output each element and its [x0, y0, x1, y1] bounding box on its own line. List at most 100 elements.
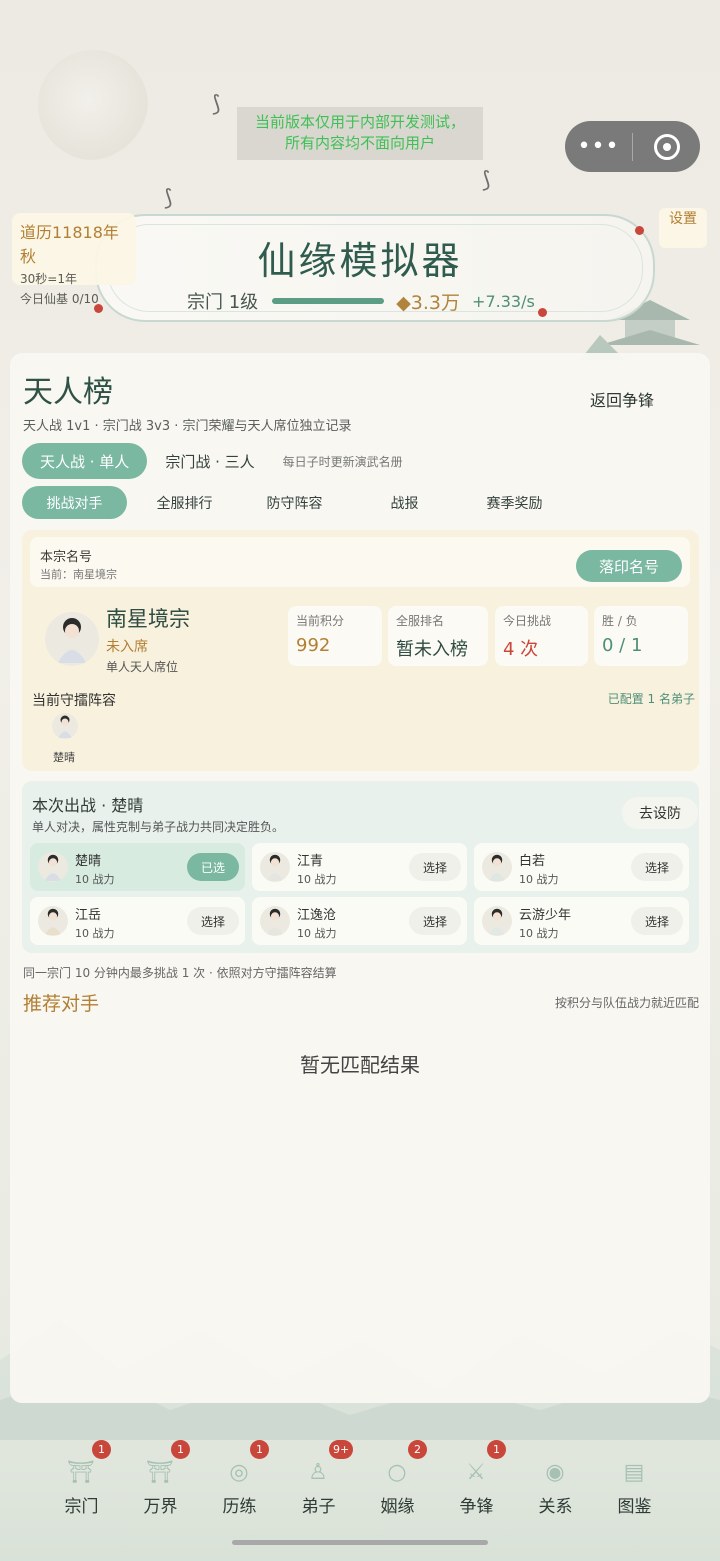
gate-icon: ⛩ [146, 1460, 174, 1485]
defense-title: 当前守擂阵容 [32, 693, 116, 709]
stat-value: 4 次 [503, 639, 539, 660]
calendar-date: 道历11818年秋 [20, 223, 119, 266]
crane-icon: ⟆ [164, 186, 173, 211]
recommend-hint: 按积分与队伍战力就近匹配 [554, 996, 699, 1010]
notification-badge: 9+ [329, 1440, 354, 1459]
notification-badge: 1 [487, 1440, 506, 1459]
calendar-card: 道历11818年秋 30秒=1年 今日仙基 0/10 [12, 213, 136, 306]
defense-count: 已配置 1 名弟子 [607, 692, 695, 706]
bottom-nav: ⛩ 1 宗门 ⛩ 1 万界 ◎ 1 历练 ♙ 9+ 弟子 ○ 2 姻缘 ⚔ 1 … [0, 1430, 720, 1520]
nav-item-journey[interactable]: ◎ 1 历练 [200, 1430, 279, 1520]
more-icon[interactable]: ••• [565, 134, 632, 159]
disciple-card[interactable]: 楚晴 10 战力 已选 [30, 843, 245, 891]
spirit-stone-count: ◆3.3万 [396, 291, 461, 314]
tab-solo[interactable]: 天人战 · 单人 [22, 443, 148, 479]
ranking-panel: 天人榜 天人战 1v1 · 宗门战 3v3 · 宗门荣耀与天人席位独立记录 返回… [10, 353, 710, 1403]
disciple-power: 10 战力 [297, 873, 337, 886]
nav-label: 姻缘 [380, 1497, 415, 1517]
sect-name-box: 本宗名号 当前：南星境宗 落印名号 [30, 537, 690, 587]
time-scale: 30秒=1年 [20, 272, 77, 286]
battle-card: 本次出战 · 楚晴 单人对决，属性克制与弟子战力共同决定胜负。 去设防 楚晴 1… [22, 781, 699, 953]
journey-icon: ◎ [229, 1460, 249, 1485]
tab-battle-report[interactable]: 战报 [352, 486, 457, 519]
avatar [482, 852, 512, 882]
close-miniprogram-icon[interactable] [633, 133, 700, 160]
stat-label: 当前积分 [296, 614, 345, 628]
stat-challenges: 今日挑战 4 次 [495, 606, 588, 666]
nav-item-relations[interactable]: ◉ 关系 [516, 1430, 595, 1520]
seal-dot [538, 308, 547, 317]
stat-label: 全服排名 [396, 614, 445, 628]
nav-label: 争锋 [459, 1497, 494, 1517]
disciple-name: 白若 [519, 854, 546, 869]
disciple-card[interactable]: 江逸沧 10 战力 选择 [252, 897, 467, 945]
select-button[interactable]: 选择 [631, 907, 683, 935]
dev-notice: 当前版本仅用于内部开发测试， 所有内容均不面向用户 [237, 107, 483, 160]
disciple-card[interactable]: 江青 10 战力 选择 [252, 843, 467, 891]
tab-challenge[interactable]: 挑战对手 [22, 486, 127, 519]
page-subtitle: 天人战 1v1 · 宗门战 3v3 · 宗门荣耀与天人席位独立记录 [23, 419, 352, 434]
avatar [482, 906, 512, 936]
mode-tabs: 天人战 · 单人 宗门战 · 三人 每日子时更新演武名册 [22, 443, 403, 479]
crane-icon: ⟆ [212, 92, 221, 117]
nav-item-codex[interactable]: ▤ 图鉴 [595, 1430, 674, 1520]
book-icon: ▤ [623, 1460, 645, 1485]
disciple-power: 10 战力 [75, 927, 115, 940]
sect-name: 南星境宗 [106, 607, 190, 631]
notification-badge: 2 [408, 1440, 427, 1459]
selected-button[interactable]: 已选 [187, 853, 239, 881]
sect-name-label: 本宗名号 [40, 550, 93, 565]
nav-item-arena[interactable]: ⚔ 1 争锋 [437, 1430, 516, 1520]
tab-season-rewards[interactable]: 赛季奖励 [462, 486, 567, 519]
nav-label: 关系 [538, 1497, 573, 1517]
select-button[interactable]: 选择 [631, 853, 683, 881]
notification-badge: 1 [171, 1440, 190, 1459]
moon-decoration [38, 50, 148, 160]
disciple-name: 江逸沧 [297, 908, 337, 923]
disciple-name: 江青 [297, 854, 324, 869]
empty-result: 暂无匹配结果 [300, 1053, 420, 1077]
avatar [260, 906, 290, 936]
disciple-name: 江岳 [75, 908, 102, 923]
tab-defense[interactable]: 防守阵容 [242, 486, 347, 519]
nav-label: 历练 [222, 1497, 257, 1517]
select-button[interactable]: 选择 [409, 853, 461, 881]
disciple-name: 云游少年 [519, 908, 572, 923]
stat-win-loss: 胜 / 负 0 / 1 [594, 606, 688, 666]
nav-item-realms[interactable]: ⛩ 1 万界 [121, 1430, 200, 1520]
sect-progress-bar [272, 298, 385, 304]
nav-item-marriage[interactable]: ○ 2 姻缘 [358, 1430, 437, 1520]
notification-badge: 1 [92, 1440, 111, 1459]
set-defense-button[interactable]: 去设防 [622, 797, 698, 829]
select-button[interactable]: 选择 [409, 907, 461, 935]
page-title: 天人榜 [23, 375, 113, 410]
avatar [45, 612, 99, 666]
sect-seal-card: 本宗名号 当前：南星境宗 落印名号 南星境宗 未入席 单人天人席位 当前积分 9… [22, 530, 699, 771]
disciple-power: 10 战力 [297, 927, 337, 940]
sect-icon: ⛩ [67, 1460, 95, 1485]
daily-foundation: 今日仙基 0/10 [20, 292, 99, 306]
stat-rank: 全服排名 暂未入榜 [388, 606, 488, 666]
income-rate: +7.33/s [472, 291, 535, 311]
nav-label: 图鉴 [617, 1497, 652, 1517]
nav-label: 弟子 [301, 1497, 336, 1517]
notice-line: 当前版本仅用于内部开发测试， [254, 113, 465, 131]
miniprogram-capsule: ••• [565, 121, 700, 172]
select-button[interactable]: 选择 [187, 907, 239, 935]
crane-icon: ⟆ [482, 168, 491, 193]
avatar [260, 852, 290, 882]
disciple-power: 10 战力 [75, 873, 115, 886]
seal-name-button[interactable]: 落印名号 [576, 550, 682, 582]
disciple-card[interactable]: 云游少年 10 战力 选择 [474, 897, 689, 945]
tab-leaderboard[interactable]: 全服排行 [132, 486, 237, 519]
tab-team[interactable]: 宗门战 · 三人 [147, 443, 272, 479]
stat-label: 今日挑战 [503, 614, 552, 628]
back-to-arena-button[interactable]: 返回争锋 [590, 387, 654, 411]
disciple-card[interactable]: 江岳 10 战力 选择 [30, 897, 245, 945]
settings-button[interactable]: 设置 [659, 208, 707, 248]
home-indicator [232, 1540, 488, 1545]
nav-item-sect[interactable]: ⛩ 1 宗门 [42, 1430, 121, 1520]
disciple-card[interactable]: 白若 10 战力 选择 [474, 843, 689, 891]
nav-item-disciples[interactable]: ♙ 9+ 弟子 [279, 1430, 358, 1520]
sub-tabs: 挑战对手 全服排行 防守阵容 战报 赛季奖励 [22, 486, 572, 519]
